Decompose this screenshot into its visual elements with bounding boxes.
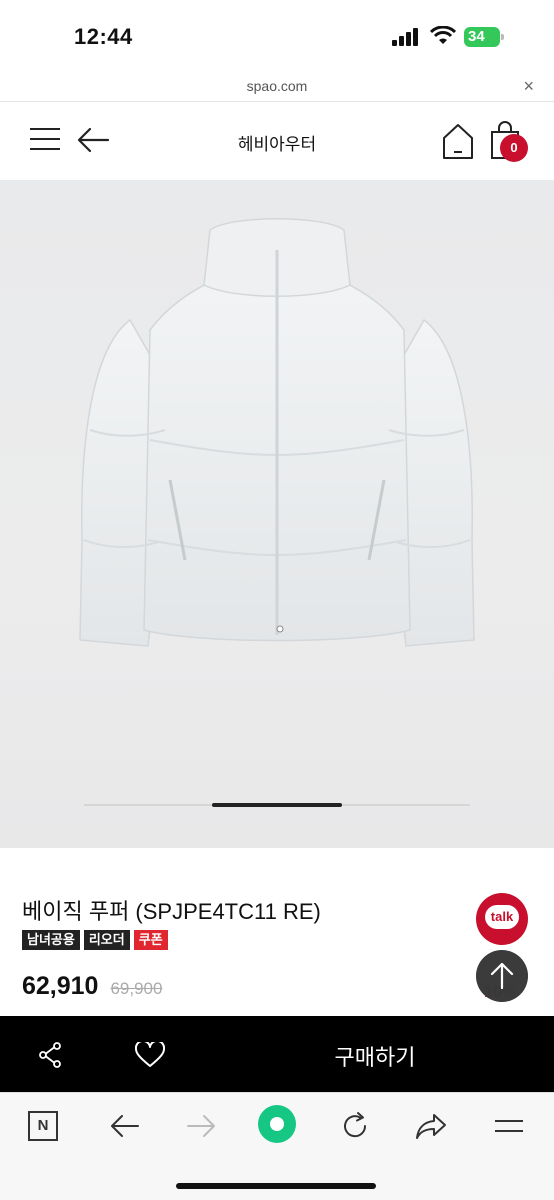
buy-button[interactable]: 구매하기: [300, 1040, 450, 1072]
product-image-carousel[interactable]: [0, 180, 554, 848]
url-text[interactable]: spao.com: [0, 78, 554, 94]
battery-level: 34: [464, 27, 500, 47]
product-info: 베이직 푸퍼 (SPJPE4TC11 RE) 남녀공용 리오더 쿠폰 62,91…: [0, 848, 554, 1016]
browser-forward-icon[interactable]: [184, 1111, 218, 1141]
tag-unisex: 남녀공용: [22, 930, 80, 950]
status-bar: 12:44 34: [0, 0, 554, 70]
product-image: [79, 218, 475, 647]
original-price: 69,900: [110, 979, 163, 998]
sale-price: 62,910: [22, 972, 99, 1000]
browser-toolbar: N: [0, 1092, 554, 1200]
product-name: 베이직 푸퍼 (SPJPE4TC11 RE): [22, 899, 321, 924]
home-indicator: [176, 1183, 376, 1189]
wifi-icon: [430, 26, 456, 44]
more-menu-icon[interactable]: [492, 1111, 526, 1141]
talk-label: talk: [485, 905, 519, 929]
product-tags: 남녀공용 리오더 쿠폰: [22, 930, 168, 950]
tag-reorder: 리오더: [83, 930, 130, 950]
browser-back-icon[interactable]: [108, 1111, 142, 1141]
purchase-action-bar: 구매하기: [0, 1016, 554, 1092]
share-icon[interactable]: [38, 1042, 62, 1068]
refresh-icon[interactable]: [338, 1111, 372, 1141]
site-header: 헤비아우터 0: [0, 102, 554, 180]
cart-count-badge[interactable]: 0: [500, 134, 528, 162]
battery-icon: 34: [464, 27, 504, 47]
kakao-talk-button[interactable]: talk: [476, 893, 528, 945]
close-icon[interactable]: ×: [523, 76, 534, 97]
browser-url-bar[interactable]: spao.com ×: [0, 70, 554, 102]
price-row: 62,910 69,900: [22, 972, 162, 1001]
scroll-to-top-button[interactable]: [476, 950, 528, 1002]
wishlist-heart-icon[interactable]: [135, 1042, 165, 1068]
carousel-position-indicator[interactable]: [212, 803, 342, 807]
home-icon[interactable]: [442, 122, 474, 160]
naver-home-button[interactable]: N: [28, 1111, 58, 1141]
tag-coupon: 쿠폰: [133, 930, 168, 950]
cellular-signal-icon: [392, 28, 418, 46]
status-time: 12:44: [74, 24, 133, 49]
share-arrow-icon[interactable]: [414, 1111, 448, 1141]
naver-green-dot-button[interactable]: [258, 1105, 296, 1143]
